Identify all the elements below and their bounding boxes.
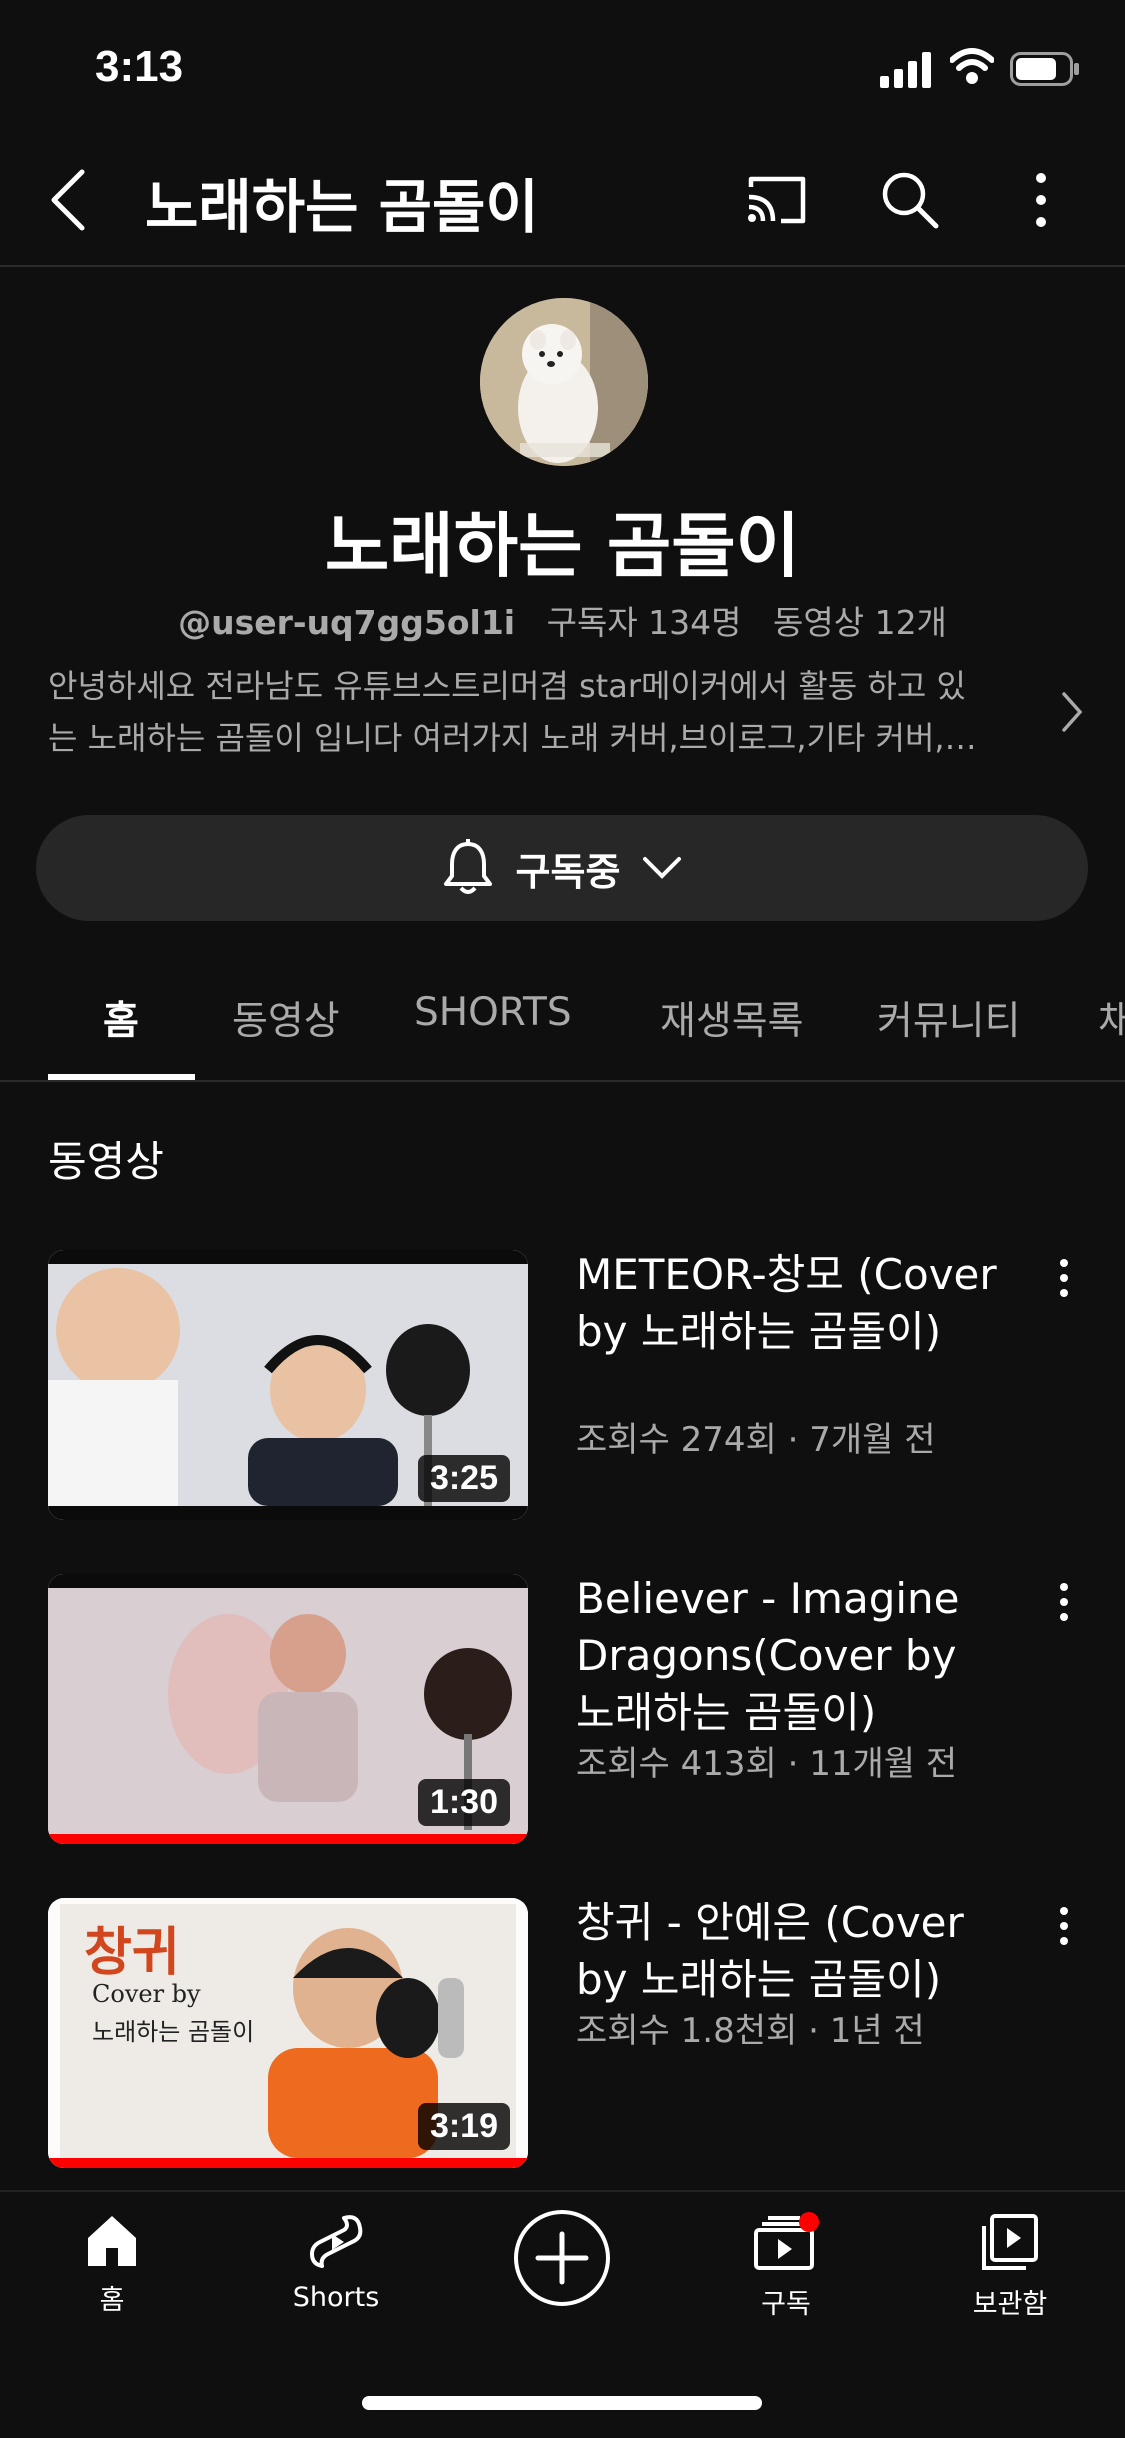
video-title[interactable]: METEOR-창모 (Cover by 노래하는 곰돌이) [576, 1246, 1006, 1360]
tab-playlists[interactable]: 재생목록 [660, 990, 804, 1046]
home-icon [88, 2216, 136, 2266]
thumbnail-text: 창귀 [84, 1923, 180, 1983]
subscribed-button[interactable]: 구독중 [36, 815, 1088, 921]
active-tab-indicator [48, 1074, 195, 1080]
video-duration: 1:30 [417, 1779, 510, 1826]
channel-avatar[interactable] [480, 298, 648, 466]
video-title[interactable]: 창귀 - 안예은 (Cover by 노래하는 곰돌이) [576, 1894, 1006, 2008]
nav-label: 보관함 [972, 2289, 1048, 2320]
thumbnail-text: Cover by [92, 1980, 201, 2008]
subscriptions-icon [754, 2212, 819, 2270]
section-title: 동영상 [48, 1137, 164, 1186]
video-meta: 조회수 413회 · 11개월 전 [576, 1744, 958, 1784]
video-more-icon[interactable] [1055, 1582, 1073, 1622]
video-count: 동영상 12개 [773, 603, 947, 642]
battery-icon [1010, 52, 1079, 86]
video-duration: 3:25 [417, 1455, 510, 1502]
subscriber-count: 구독자 134명 [546, 603, 742, 642]
home-indicator [362, 2396, 762, 2410]
video-thumbnail[interactable]: 1:30 [48, 1574, 528, 1844]
tab-videos[interactable]: 동영상 [232, 990, 340, 1046]
tabs-divider [0, 1080, 1125, 1082]
channel-name: 노래하는 곰돌이 [324, 505, 801, 587]
header-title: 노래하는 곰돌이 [145, 173, 539, 241]
search-icon[interactable] [880, 170, 940, 230]
library-icon [982, 2214, 1038, 2270]
thumbnail-text: 노래하는 곰돌이 [92, 2018, 255, 2046]
nav-subscriptions[interactable]: 구독 [706, 2212, 866, 2321]
video-more-icon[interactable] [1055, 1258, 1073, 1298]
wifi-icon [950, 48, 994, 84]
chevron-right-icon[interactable] [1060, 690, 1084, 734]
channel-meta: @user-uq7gg5ol1i 구독자 134명 동영상 12개 [0, 596, 1125, 644]
nav-label: 구독 [761, 2289, 811, 2320]
subscribed-label: 구독중 [515, 849, 621, 894]
cast-icon[interactable] [745, 173, 809, 227]
back-arrow-icon[interactable] [48, 168, 88, 232]
watch-progress-bar [48, 1834, 528, 1844]
channel-handle: @user-uq7gg5ol1i [178, 603, 516, 642]
header-divider [0, 265, 1125, 267]
channel-description[interactable]: 안녕하세요 전라남도 유튜브스트리머겸 star메이커에서 활동 하고 있 는 … [48, 660, 1028, 764]
video-title[interactable]: Believer - Imagine Dragons(Cover by 노래하는… [576, 1570, 1006, 1741]
video-more-icon[interactable] [1055, 1906, 1073, 1946]
create-icon [514, 2210, 610, 2306]
nav-label: Shorts [292, 2282, 380, 2313]
avatar-image [480, 298, 648, 466]
description-line: 안녕하세요 전라남도 유튜브스트리머겸 star메이커에서 활동 하고 있 [48, 667, 966, 705]
cellular-signal-icon [880, 52, 931, 88]
watch-progress-bar [48, 2158, 528, 2168]
nav-library[interactable]: 보관함 [930, 2212, 1090, 2321]
tab-community[interactable]: 커뮤니티 [877, 990, 1021, 1046]
video-thumbnail[interactable]: 창귀 Cover by 노래하는 곰돌이 3:19 [48, 1898, 528, 2168]
tab-channels[interactable]: 채 [1098, 990, 1125, 1046]
tab-shorts[interactable]: SHORTS [414, 990, 572, 1035]
video-meta: 조회수 274회 · 7개월 전 [576, 1420, 936, 1460]
chevron-down-icon [643, 857, 682, 879]
nav-home[interactable]: 홈 [32, 2212, 192, 2317]
status-time: 3:13 [95, 42, 184, 91]
bell-icon [443, 839, 492, 894]
description-line: 는 노래하는 곰돌이 입니다 여러가지 노래 커버,브이로그,기타 커버,… [48, 719, 977, 757]
video-meta: 조회수 1.8천회 · 1년 전 [576, 2011, 925, 2051]
video-thumbnail[interactable]: 3:25 [48, 1250, 528, 1520]
video-duration: 3:19 [417, 2103, 510, 2150]
shorts-icon [310, 2215, 363, 2268]
nav-shorts[interactable]: Shorts [256, 2212, 416, 2313]
nav-label: 홈 [99, 2285, 125, 2316]
nav-create[interactable] [482, 2208, 642, 2312]
more-options-icon[interactable] [1030, 170, 1052, 230]
tab-home[interactable]: 홈 [103, 990, 139, 1046]
